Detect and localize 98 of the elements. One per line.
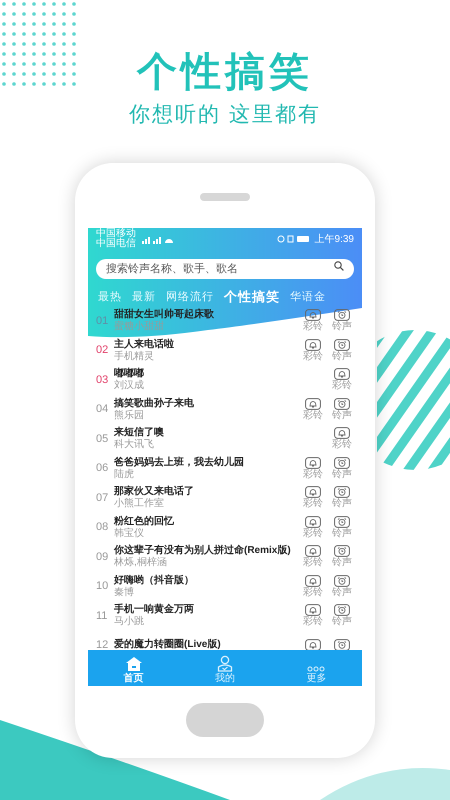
rank-number: 12 [96, 638, 110, 650]
home-icon [124, 656, 143, 672]
rank-number: 09 [96, 550, 110, 564]
bell-icon [305, 545, 321, 558]
category-tab[interactable]: 个性搞笑 [224, 290, 280, 303]
artist-name: 秦博 [114, 586, 135, 598]
battery-icon [276, 235, 311, 243]
alarm-clock-icon [334, 486, 350, 498]
artist-name: 手机精灵 [114, 350, 155, 362]
ringtone-button[interactable]: 彩铃 [299, 604, 327, 628]
rank-number: 05 [96, 432, 110, 446]
ringtone-button[interactable]: 彩铃 [299, 398, 327, 421]
alarm-clock-icon [334, 456, 350, 469]
bell-icon [305, 398, 321, 410]
rank-number: 11 [96, 608, 108, 624]
ringtone-button[interactable]: 铃声 [328, 338, 356, 362]
ringtone-button[interactable]: 铃声 [328, 456, 356, 480]
ringtone-button[interactable]: 彩铃 [299, 486, 327, 510]
song-title: 手机一响黄金万两 [114, 604, 195, 616]
carrier-name: 中国移动 [96, 229, 136, 239]
bell-icon [334, 368, 350, 380]
song-title: 来短信了噢 [114, 427, 165, 438]
rank-number: 06 [96, 461, 110, 476]
bell-icon [305, 456, 321, 469]
artist-name: 小熊工作室 [114, 498, 165, 510]
bell-icon [305, 516, 321, 528]
bell-icon [305, 309, 321, 322]
song-title: 好嗨哟（抖音版） [114, 574, 195, 586]
ringtone-button[interactable]: 彩铃 [299, 309, 327, 332]
bell-icon [305, 338, 321, 351]
bell-icon [305, 639, 321, 650]
rank-number: 02 [96, 343, 110, 358]
song-title: 嘟嘟嘟 [114, 368, 145, 380]
alarm-clock-icon [334, 516, 350, 528]
ringtone-button[interactable]: 铃声 [328, 574, 356, 598]
song-title: 爸爸妈妈去上班，我去幼儿园 [114, 456, 245, 468]
bell-icon [305, 486, 321, 498]
more-icon [307, 666, 326, 672]
nav-tab[interactable]: 更多 [291, 652, 342, 684]
signal-icon [140, 234, 174, 244]
rank-number: 10 [96, 579, 110, 594]
song-title: 粉红色的回忆 [114, 516, 175, 528]
song-title: 那家伙又来电话了 [114, 486, 195, 498]
artist-name: 蜜糖小甜甜 [114, 321, 165, 332]
artist-name: 韩宝仪 [114, 528, 145, 539]
ringtone-button[interactable]: 铃声 [328, 309, 356, 332]
alarm-clock-icon [334, 309, 350, 322]
category-tab[interactable]: 华语金 [290, 292, 326, 303]
ringtone-button[interactable]: 彩铃 [299, 338, 327, 362]
person-icon [216, 655, 233, 672]
ringtone-button[interactable]: 铃声 [328, 516, 356, 539]
alarm-clock-icon [334, 604, 350, 616]
carrier-name: 中国电信 [96, 239, 136, 249]
clock-time: 上午9:39 [314, 232, 354, 246]
ringtone-button[interactable]: 彩铃 [299, 456, 327, 480]
subtitle: 你想听的 这里都有 [129, 104, 321, 125]
song-title: 你这辈子有没有为别人拼过命(Remix版) [114, 545, 292, 556]
bell-icon [305, 574, 321, 587]
ringtone-button[interactable]: 彩铃 [328, 368, 356, 392]
category-tab[interactable]: 最新 [132, 292, 156, 303]
artist-name: 科大讯飞 [114, 439, 155, 450]
song-title: 爱的魔力转圈圈(Live版) [114, 639, 222, 650]
song-title: 主人来电话啦 [114, 338, 175, 350]
search-icon [334, 261, 344, 271]
ringtone-button[interactable]: 彩铃 [299, 545, 327, 568]
rank-number: 01 [96, 314, 110, 328]
rank-number: 04 [96, 402, 110, 417]
ringtone-button[interactable]: 铃声 [328, 604, 356, 628]
rank-number: 07 [96, 490, 110, 506]
alarm-clock-icon [334, 545, 350, 558]
song-title: 甜甜女生叫帅哥起床歌 [114, 309, 215, 320]
rank-number: 03 [96, 372, 110, 388]
alarm-clock-icon [334, 639, 350, 650]
ringtone-button[interactable]: 彩铃 [328, 427, 356, 450]
ringtone-button[interactable]: 铃声 [328, 486, 356, 510]
artist-name: 陆虎 [114, 468, 135, 480]
category-tab[interactable]: 最热 [98, 292, 122, 303]
category-tab[interactable]: 网络流行 [166, 292, 214, 303]
bell-icon [305, 604, 321, 616]
ringtone-button[interactable]: 彩铃 [299, 574, 327, 598]
alarm-clock-icon [334, 398, 350, 410]
headline: 个性搞笑 [137, 52, 313, 92]
song-title: 搞笑歌曲孙子来电 [114, 398, 195, 410]
artist-name: 刘汉成 [114, 380, 145, 392]
ringtone-button[interactable]: 铃声 [328, 545, 356, 568]
search-field[interactable]: 搜索铃声名称、歌手、歌名 [96, 259, 354, 279]
nav-tab[interactable]: 我的 [200, 652, 250, 684]
alarm-clock-icon [334, 574, 350, 587]
artist-name: 马小跳 [114, 616, 145, 628]
rank-number: 08 [96, 520, 110, 535]
speaker-grille [200, 193, 250, 201]
bell-icon [334, 427, 350, 440]
alarm-clock-icon [334, 338, 350, 351]
nav-tab[interactable]: 首页 [108, 652, 159, 684]
ringtone-button[interactable]: 彩铃 [299, 516, 327, 539]
artist-name: 林烁,桐梓涵 [114, 557, 168, 568]
ringtone-button[interactable]: 铃声 [328, 398, 356, 421]
artist-name: 熊乐园 [114, 410, 145, 421]
